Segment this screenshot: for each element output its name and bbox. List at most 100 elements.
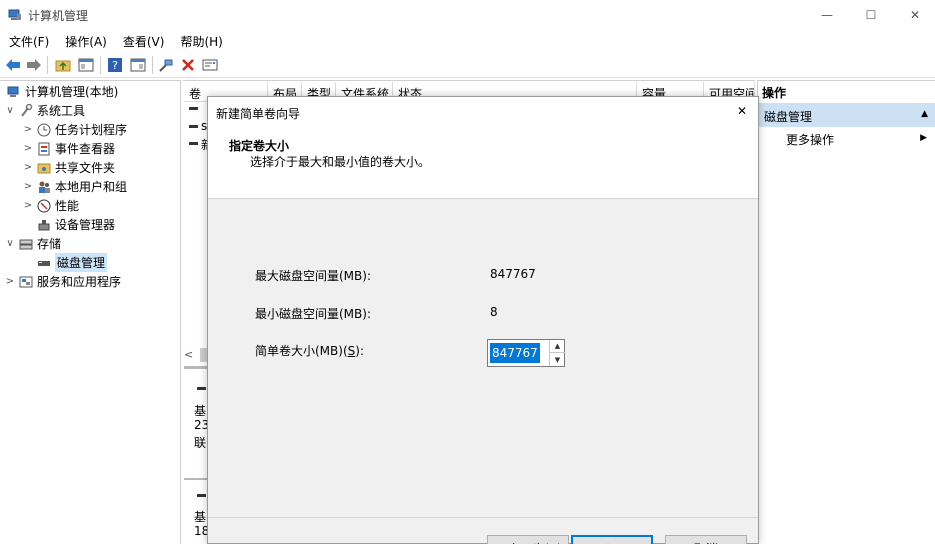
tree-label: 性能 xyxy=(55,199,80,213)
back-button[interactable] xyxy=(3,55,23,75)
collapse-up-icon[interactable]: ▲ xyxy=(921,109,928,119)
tree-label: 本地用户和组 xyxy=(55,180,128,194)
volume-size-label: 简单卷大小(MB)(S): xyxy=(255,344,364,358)
close-button[interactable]: ✕ xyxy=(892,0,935,30)
tree-label: 服务和应用程序 xyxy=(37,275,122,289)
maximize-button[interactable]: ☐ xyxy=(848,0,894,30)
title-bar: 计算机管理 — ☐ ✕ xyxy=(0,0,935,30)
show-pane-button[interactable] xyxy=(128,55,148,75)
actions-section-label: 磁盘管理 xyxy=(764,110,813,124)
folder-up-icon xyxy=(55,60,71,72)
step-description: 选择介于最大和最小值的卷大小。 xyxy=(250,155,431,169)
menu-view[interactable]: 查看(V) xyxy=(114,30,172,51)
help-button[interactable]: ? xyxy=(105,55,125,75)
device-manager-icon xyxy=(36,217,52,233)
close-icon: ✕ xyxy=(736,104,748,118)
chevron-right-icon[interactable]: > xyxy=(22,143,34,154)
console-tree-button[interactable] xyxy=(76,55,96,75)
close-icon: ✕ xyxy=(909,8,921,22)
toolbar: ? xyxy=(0,51,935,78)
min-space-value: 8 xyxy=(490,305,498,319)
dialog-title: 新建简单卷向导 xyxy=(216,107,301,121)
chevron-right-icon[interactable]: > xyxy=(4,276,16,287)
tree-label: 任务计划程序 xyxy=(55,123,128,137)
forward-button[interactable] xyxy=(24,55,44,75)
arrow-down-icon: ▼ xyxy=(554,355,561,364)
connect-icon xyxy=(159,59,173,72)
dialog-close-button[interactable]: ✕ xyxy=(732,101,752,121)
more-actions-link[interactable]: 更多操作 xyxy=(786,131,834,148)
chevron-down-icon[interactable]: ∨ xyxy=(4,105,16,116)
next-step-button[interactable]: 下一步(N) > xyxy=(571,535,653,544)
volume-size-input[interactable]: 847767 xyxy=(490,343,540,363)
tree-item-task-scheduler[interactable]: > 任务计划程序 xyxy=(22,120,127,139)
console-tree-icon xyxy=(78,58,94,72)
menu-file[interactable]: 文件(F) xyxy=(0,30,56,51)
clock-icon xyxy=(36,122,52,138)
chevron-right-icon[interactable]: > xyxy=(22,200,34,211)
stepper-up-button[interactable]: ▲ xyxy=(550,340,565,353)
chevron-right-icon[interactable]: > xyxy=(22,124,34,135)
connect-button[interactable] xyxy=(156,55,176,75)
expand-right-icon[interactable]: ▶ xyxy=(920,133,927,143)
new-simple-volume-wizard: 新建简单卷向导 ✕ 指定卷大小 选择介于最大和最小值的卷大小。 最大磁盘空间量(… xyxy=(207,96,759,544)
min-space-label: 最小磁盘空间量(MB): xyxy=(255,307,371,321)
volume-icon xyxy=(189,107,198,110)
dialog-header: 指定卷大小 选择介于最大和最小值的卷大小。 xyxy=(208,127,758,199)
tree-item-system-tools[interactable]: ∨ 系统工具 xyxy=(4,101,85,120)
chevron-down-icon[interactable]: ∨ xyxy=(4,238,16,249)
volume-icon xyxy=(189,142,198,145)
chevron-right-icon[interactable]: > xyxy=(22,181,34,192)
computer-management-icon xyxy=(6,84,22,100)
menu-action[interactable]: 操作(A) xyxy=(56,30,114,51)
tree-item-disk-management[interactable]: 磁盘管理 xyxy=(22,253,108,272)
computer-management-icon xyxy=(8,8,22,22)
menu-help[interactable]: 帮助(H) xyxy=(171,30,229,51)
dialog-footer-divider xyxy=(208,517,758,518)
disk-icon xyxy=(197,387,206,390)
chevron-right-icon[interactable]: > xyxy=(22,162,34,173)
max-space-value: 847767 xyxy=(490,267,536,281)
show-pane-icon xyxy=(130,58,146,72)
tree-item-shared-folders[interactable]: > 共享文件夹 xyxy=(22,158,115,177)
tree-item-performance[interactable]: > 性能 xyxy=(22,196,79,215)
dialog-title-bar: 新建简单卷向导 ✕ xyxy=(208,97,758,127)
scroll-left-button[interactable]: < xyxy=(184,348,200,362)
tree-item-local-users[interactable]: > 本地用户和组 xyxy=(22,177,127,196)
tree-item-event-viewer[interactable]: > 事件查看器 xyxy=(22,139,115,158)
disk-label: 基 xyxy=(194,404,207,418)
tree-item-services-apps[interactable]: > 服务和应用程序 xyxy=(4,272,121,291)
back-arrow-icon xyxy=(6,59,20,71)
step-heading: 指定卷大小 xyxy=(229,139,290,153)
tree-label: 事件查看器 xyxy=(55,142,116,156)
actions-section-disk-management[interactable]: 磁盘管理 ▲ xyxy=(759,103,935,127)
properties-icon xyxy=(202,59,218,71)
tree-item-storage[interactable]: ∨ 存储 xyxy=(4,234,61,253)
performance-icon xyxy=(36,198,52,214)
pane-divider xyxy=(184,366,208,369)
back-step-button[interactable]: < 上一步(B) xyxy=(487,535,569,544)
max-space-label: 最大磁盘空间量(MB): xyxy=(255,269,371,283)
stepper-down-button[interactable]: ▼ xyxy=(550,353,565,366)
disk-label: 基 xyxy=(194,510,207,524)
tree-item-root[interactable]: 计算机管理(本地) xyxy=(4,82,118,101)
shared-folder-icon xyxy=(36,160,52,176)
tree-item-device-manager[interactable]: 设备管理器 xyxy=(22,215,115,234)
minimize-button[interactable]: — xyxy=(804,0,850,30)
storage-icon xyxy=(18,236,34,252)
svg-text:?: ? xyxy=(112,59,118,72)
actions-title: 操作 xyxy=(762,86,787,100)
volume-size-stepper[interactable]: 847767 ▲ ▼ xyxy=(487,339,565,367)
disk-icon xyxy=(197,494,206,497)
window-title: 计算机管理 xyxy=(28,9,89,23)
menu-bar: 文件(F) 操作(A) 查看(V) 帮助(H) xyxy=(0,30,935,51)
volume-icon xyxy=(189,125,198,128)
cancel-button[interactable]: 取消 xyxy=(665,535,747,544)
properties-button[interactable] xyxy=(200,55,220,75)
forward-arrow-icon xyxy=(27,59,41,71)
delete-button[interactable] xyxy=(178,55,198,75)
system-tools-icon xyxy=(18,103,34,119)
disk-management-icon xyxy=(36,255,52,271)
minimize-icon: — xyxy=(821,8,833,22)
up-level-button[interactable] xyxy=(53,55,73,75)
